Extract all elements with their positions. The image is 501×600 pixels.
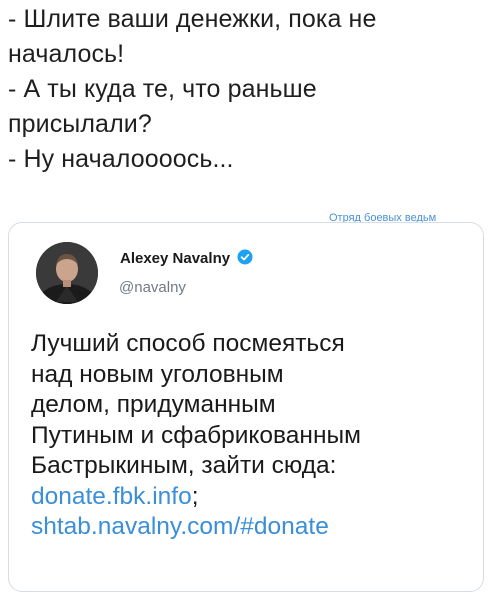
dialog-line: - А ты куда те, что раньше	[8, 75, 317, 103]
tweet-text-line: Бастрыкиным, зайти сюда:	[31, 452, 337, 479]
tweet-card[interactable]: Alexey Navalny @navalny Лучший способ по…	[8, 222, 484, 592]
tweet-link-line: donate.fbk.info;	[31, 482, 481, 513]
shtab-donate-link[interactable]: shtab.navalny.com/#donate	[31, 513, 329, 540]
author-name[interactable]: Alexey Navalny	[120, 249, 253, 267]
tweet-text-line: над новым уголовным	[31, 360, 284, 388]
joke-dialog: - Шлите ваши денежки, пока не началось! …	[8, 2, 493, 177]
verified-check-icon	[237, 249, 253, 265]
dialog-line: - Ну началоооось...	[8, 145, 234, 173]
tweet-text-line: Лучший способ посмеяться	[31, 330, 345, 357]
tweet-link-line: shtab.navalny.com/#donate	[31, 512, 481, 543]
link-separator: ;	[191, 482, 199, 510]
tweet-body: Лучший способ посмеяться над новым уголо…	[31, 329, 481, 543]
avatar[interactable]	[36, 242, 98, 304]
tweet-text-line: Путиным и сфабрикованным	[31, 421, 361, 449]
dialog-line: началось!	[8, 40, 125, 68]
avatar-photo-icon	[36, 242, 98, 304]
dialog-line: присылали?	[8, 110, 152, 138]
donate-fbk-link[interactable]: donate.fbk.info	[31, 483, 192, 510]
author-handle[interactable]: @navalny	[119, 279, 186, 296]
tweet-text-line: делом, придуманным	[31, 391, 276, 418]
dialog-line: - Шлите ваши денежки, пока не	[8, 5, 377, 33]
